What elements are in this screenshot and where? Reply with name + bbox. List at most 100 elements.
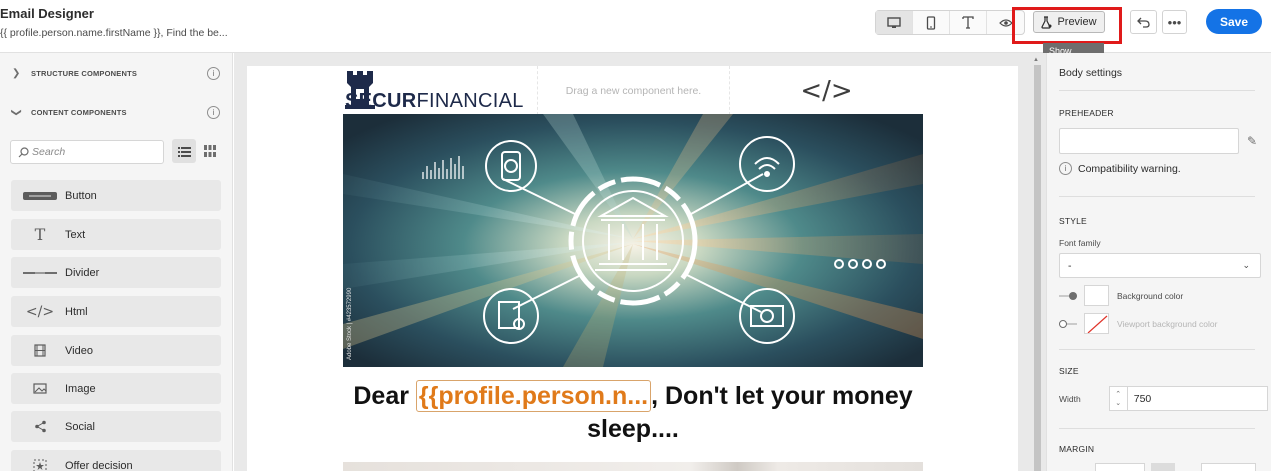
pencil-icon[interactable]: ✎ <box>1247 134 1257 148</box>
margin-controls[interactable] <box>1075 463 1265 471</box>
component-label: Offer decision <box>65 459 133 471</box>
divider-icon <box>23 263 57 283</box>
email-canvas: SECURFINANCIAL Drag a new component here… <box>234 53 1046 471</box>
logo-text: SECURFINANCIAL <box>345 90 524 112</box>
component-text[interactable]: T Text <box>11 219 221 250</box>
desktop-icon <box>887 16 901 28</box>
divider <box>1059 196 1255 197</box>
email-subject: {{ profile.person.name.firstName }}, Fin… <box>0 27 228 39</box>
background-color-row: Background color <box>1059 285 1183 306</box>
component-label: Video <box>65 344 93 357</box>
personalization-token[interactable]: {{profile.person.n... <box>415 380 652 412</box>
list-view-toggle[interactable] <box>172 139 196 163</box>
mobile-view-button[interactable] <box>913 11 950 34</box>
content-components-header[interactable]: ❯ CONTENT COMPONENTS i <box>0 102 233 122</box>
component-label: Button <box>65 189 97 202</box>
component-label: Text <box>65 228 86 241</box>
width-label: Width <box>1059 393 1081 404</box>
search-input[interactable] <box>32 146 152 158</box>
settings-panel: Body settings PREHEADER ✎ i Compatibilit… <box>1046 53 1271 471</box>
eye-icon <box>998 18 1013 27</box>
undo-button[interactable] <box>1130 10 1157 34</box>
components-panel: ❯ STRUCTURE COMPONENTS i ❯ CONTENT COMPO… <box>0 53 233 471</box>
component-offer-decision[interactable]: Offer decision <box>11 450 221 471</box>
width-input[interactable]: 750 <box>1127 386 1268 411</box>
email-body[interactable]: SECURFINANCIAL Drag a new component here… <box>247 66 1018 471</box>
component-label: Social <box>65 420 95 433</box>
offer-decision-icon <box>23 456 57 471</box>
style-heading: STYLE <box>1059 216 1087 226</box>
text-icon <box>962 16 974 29</box>
chevron-down-icon: ❯ <box>10 107 22 117</box>
preheader-heading: PREHEADER <box>1059 108 1114 118</box>
component-button[interactable]: Button <box>11 180 221 211</box>
list-icon <box>177 146 191 157</box>
next-image-block[interactable] <box>343 462 923 471</box>
viewport-bg-swatch[interactable] <box>1084 313 1109 334</box>
chevron-right-icon: ❯ <box>12 67 21 79</box>
size-heading: SIZE <box>1059 366 1079 376</box>
background-color-swatch[interactable] <box>1084 285 1109 306</box>
html-block-placeholder[interactable]: </> <box>730 66 923 115</box>
width-stepper[interactable]: ⌃ ⌄ <box>1108 386 1128 411</box>
search-icon <box>18 146 29 157</box>
component-social[interactable]: Social <box>11 411 221 442</box>
highlight-annotation <box>1012 7 1122 44</box>
background-color-toggle[interactable] <box>1059 291 1077 300</box>
hero-image[interactable]: Adobe Stock | #423572990 <box>343 114 923 367</box>
app-title: Email Designer <box>0 6 94 21</box>
grid-view-toggle[interactable] <box>198 139 222 163</box>
more-icon: ••• <box>1167 14 1182 30</box>
share-icon <box>23 417 57 437</box>
button-icon <box>23 186 57 206</box>
component-label: Divider <box>65 266 100 279</box>
text-view-button[interactable] <box>950 11 987 34</box>
width-row: Width ⌃ ⌄ 750 <box>1059 386 1268 411</box>
structure-components-label: STRUCTURE COMPONENTS <box>31 68 138 78</box>
component-html[interactable]: </> Html <box>11 296 221 327</box>
divider <box>1059 90 1255 91</box>
divider <box>1059 349 1255 350</box>
grid-icon <box>204 145 216 157</box>
font-family-value: - <box>1068 260 1072 272</box>
scroll-thumb[interactable] <box>1034 65 1041 471</box>
body-settings-title: Body settings <box>1059 67 1123 79</box>
font-family-label: Font family <box>1059 238 1101 248</box>
compatibility-warning: i Compatibility warning. <box>1059 162 1181 175</box>
info-icon[interactable]: i <box>207 66 220 80</box>
component-search <box>10 140 164 164</box>
margin-heading: MARGIN <box>1059 444 1095 454</box>
more-button[interactable]: ••• <box>1162 10 1187 34</box>
structure-components-header[interactable]: ❯ STRUCTURE COMPONENTS i <box>0 63 233 83</box>
mobile-icon <box>926 15 936 30</box>
canvas-scrollbar[interactable]: ▲ <box>1033 57 1043 471</box>
headline-text[interactable]: Dear {{profile.person.n..., Don't let yo… <box>343 380 923 446</box>
desktop-view-button[interactable] <box>876 11 913 34</box>
drop-zone[interactable]: Drag a new component here. <box>537 66 730 115</box>
component-video[interactable]: Video <box>11 335 221 366</box>
view-mode-group <box>875 10 1025 35</box>
undo-icon <box>1137 17 1150 28</box>
divider <box>1059 428 1255 429</box>
top-bar: Email Designer {{ profile.person.name.fi… <box>0 0 1271 71</box>
hero-watermark: Adobe Stock | #423572990 <box>347 287 353 360</box>
info-icon: i <box>1059 162 1072 175</box>
content-components-label: CONTENT COMPONENTS <box>31 107 127 117</box>
info-icon[interactable]: i <box>207 105 220 119</box>
html-icon: </> <box>25 303 55 320</box>
chevron-down-icon: ⌄ <box>1242 260 1250 270</box>
preheader-input[interactable] <box>1059 128 1239 154</box>
component-image[interactable]: Image <box>11 373 221 404</box>
viewport-bg-toggle[interactable] <box>1059 319 1077 328</box>
component-label: Html <box>65 305 88 318</box>
viewport-bg-row: Viewport background color <box>1059 313 1218 334</box>
scroll-up-icon[interactable]: ▲ <box>1033 57 1039 63</box>
viewport-bg-label: Viewport background color <box>1117 318 1218 329</box>
font-family-select[interactable]: - ⌄ <box>1059 253 1261 278</box>
component-label: Image <box>65 382 96 395</box>
logo-block[interactable]: SECURFINANCIAL <box>343 66 537 115</box>
component-divider[interactable]: Divider <box>11 257 221 288</box>
text-icon: T <box>34 225 46 244</box>
save-button[interactable]: Save <box>1206 9 1262 34</box>
video-icon <box>23 341 57 361</box>
